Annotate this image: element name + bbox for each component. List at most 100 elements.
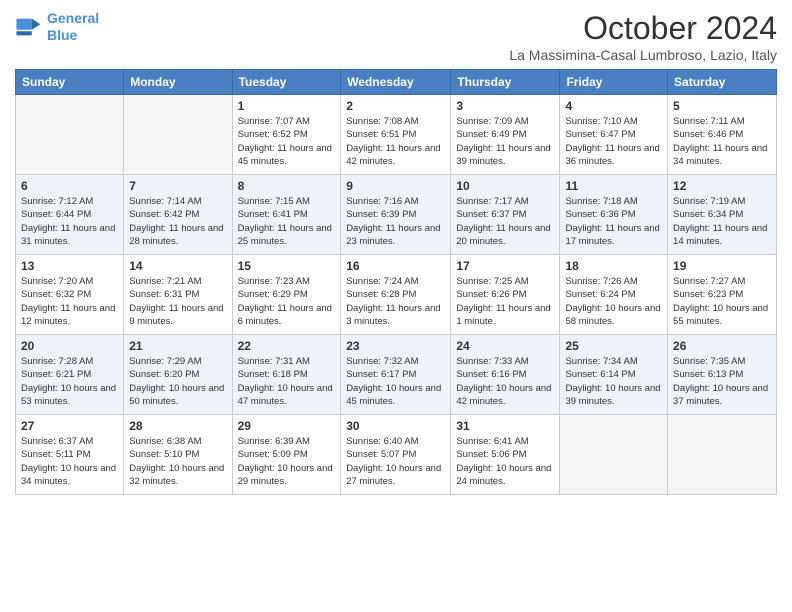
calendar-cell: 2 Sunrise: 7:08 AM Sunset: 6:51 PM Daylig… (341, 95, 451, 175)
day-number: 13 (21, 259, 118, 273)
day-info: Sunrise: 6:38 AM Sunset: 5:10 PM Dayligh… (129, 435, 226, 488)
day-number: 11 (565, 179, 662, 193)
day-number: 26 (673, 339, 771, 353)
day-info: Sunrise: 7:27 AM Sunset: 6:23 PM Dayligh… (673, 275, 771, 328)
day-number: 9 (346, 179, 445, 193)
day-number: 30 (346, 419, 445, 433)
page: General Blue October 2024 La Massimina-C… (0, 0, 792, 612)
day-info: Sunrise: 7:35 AM Sunset: 6:13 PM Dayligh… (673, 355, 771, 408)
title-block: October 2024 La Massimina-Casal Lumbroso… (509, 10, 777, 63)
day-info: Sunrise: 7:32 AM Sunset: 6:17 PM Dayligh… (346, 355, 445, 408)
day-number: 1 (238, 99, 336, 113)
day-info: Sunrise: 7:09 AM Sunset: 6:49 PM Dayligh… (456, 115, 554, 168)
calendar-cell: 14Sunrise: 7:21 AM Sunset: 6:31 PM Dayli… (124, 255, 232, 335)
day-info: Sunrise: 6:40 AM Sunset: 5:07 PM Dayligh… (346, 435, 445, 488)
logo-line1: General (47, 10, 99, 26)
day-info: Sunrise: 7:34 AM Sunset: 6:14 PM Dayligh… (565, 355, 662, 408)
logo-icon (15, 13, 43, 41)
day-info: Sunrise: 7:08 AM Sunset: 6:51 PM Dayligh… (346, 115, 445, 168)
day-info: Sunrise: 7:07 AM Sunset: 6:52 PM Dayligh… (238, 115, 336, 168)
day-number: 24 (456, 339, 554, 353)
day-info: Sunrise: 7:33 AM Sunset: 6:16 PM Dayligh… (456, 355, 554, 408)
day-number: 22 (238, 339, 336, 353)
calendar-cell: 1 Sunrise: 7:07 AM Sunset: 6:52 PM Daylig… (232, 95, 341, 175)
day-number: 28 (129, 419, 226, 433)
day-info: Sunrise: 7:18 AM Sunset: 6:36 PM Dayligh… (565, 195, 662, 248)
logo-line2: Blue (47, 27, 77, 43)
calendar-cell: 4 Sunrise: 7:10 AM Sunset: 6:47 PM Daylig… (560, 95, 668, 175)
calendar-cell: 26 Sunrise: 7:35 AM Sunset: 6:13 PM Dayli… (668, 335, 777, 415)
calendar-cell: 12 Sunrise: 7:19 AM Sunset: 6:34 PM Dayli… (668, 175, 777, 255)
calendar-cell: 16 Sunrise: 7:24 AM Sunset: 6:28 PM Dayli… (341, 255, 451, 335)
day-number: 2 (346, 99, 445, 113)
day-number: 10 (456, 179, 554, 193)
day-number: 7 (129, 179, 226, 193)
calendar-cell: 28 Sunrise: 6:38 AM Sunset: 5:10 PM Dayli… (124, 415, 232, 495)
day-info: Sunrise: 7:19 AM Sunset: 6:34 PM Dayligh… (673, 195, 771, 248)
day-info: Sunrise: 7:15 AM Sunset: 6:41 PM Dayligh… (238, 195, 336, 248)
day-info: Sunrise: 7:17 AM Sunset: 6:37 PM Dayligh… (456, 195, 554, 248)
day-info: Sunrise: 7:11 AM Sunset: 6:46 PM Dayligh… (673, 115, 771, 168)
calendar-cell: 17 Sunrise: 7:25 AM Sunset: 6:26 PM Dayli… (451, 255, 560, 335)
day-number: 15 (238, 259, 336, 273)
calendar-cell: 31Sunrise: 6:41 AM Sunset: 5:06 PM Dayli… (451, 415, 560, 495)
week-row-2: 6 Sunrise: 7:12 AM Sunset: 6:44 PM Daylig… (16, 175, 777, 255)
day-number: 6 (21, 179, 118, 193)
calendar-cell: 19 Sunrise: 7:27 AM Sunset: 6:23 PM Dayli… (668, 255, 777, 335)
calendar-cell (560, 415, 668, 495)
calendar-cell: 18 Sunrise: 7:26 AM Sunset: 6:24 PM Dayli… (560, 255, 668, 335)
week-row-1: 1 Sunrise: 7:07 AM Sunset: 6:52 PM Daylig… (16, 95, 777, 175)
week-row-4: 20 Sunrise: 7:28 AM Sunset: 6:21 PM Dayli… (16, 335, 777, 415)
calendar-cell: 11 Sunrise: 7:18 AM Sunset: 6:36 PM Dayli… (560, 175, 668, 255)
header-friday: Friday (560, 70, 668, 95)
header-monday: Monday (124, 70, 232, 95)
calendar-cell: 15Sunrise: 7:23 AM Sunset: 6:29 PM Dayli… (232, 255, 341, 335)
day-number: 17 (456, 259, 554, 273)
calendar-cell: 5 Sunrise: 7:11 AM Sunset: 6:46 PM Daylig… (668, 95, 777, 175)
day-info: Sunrise: 7:10 AM Sunset: 6:47 PM Dayligh… (565, 115, 662, 168)
day-number: 29 (238, 419, 336, 433)
day-info: Sunrise: 7:24 AM Sunset: 6:28 PM Dayligh… (346, 275, 445, 328)
day-number: 31 (456, 419, 554, 433)
day-number: 16 (346, 259, 445, 273)
calendar-cell: 6 Sunrise: 7:12 AM Sunset: 6:44 PM Daylig… (16, 175, 124, 255)
day-number: 8 (238, 179, 336, 193)
calendar-cell (16, 95, 124, 175)
month-title: October 2024 (509, 10, 777, 47)
calendar-cell (668, 415, 777, 495)
calendar-cell: 27 Sunrise: 6:37 AM Sunset: 5:11 PM Dayli… (16, 415, 124, 495)
header: General Blue October 2024 La Massimina-C… (15, 10, 777, 63)
day-number: 20 (21, 339, 118, 353)
calendar-cell: 20 Sunrise: 7:28 AM Sunset: 6:21 PM Dayli… (16, 335, 124, 415)
day-number: 12 (673, 179, 771, 193)
day-info: Sunrise: 7:29 AM Sunset: 6:20 PM Dayligh… (129, 355, 226, 408)
calendar-cell: 21 Sunrise: 7:29 AM Sunset: 6:20 PM Dayli… (124, 335, 232, 415)
day-info: Sunrise: 7:12 AM Sunset: 6:44 PM Dayligh… (21, 195, 118, 248)
day-number: 25 (565, 339, 662, 353)
day-number: 18 (565, 259, 662, 273)
day-info: Sunrise: 7:26 AM Sunset: 6:24 PM Dayligh… (565, 275, 662, 328)
day-number: 4 (565, 99, 662, 113)
day-info: Sunrise: 7:25 AM Sunset: 6:26 PM Dayligh… (456, 275, 554, 328)
week-row-5: 27 Sunrise: 6:37 AM Sunset: 5:11 PM Dayli… (16, 415, 777, 495)
day-number: 21 (129, 339, 226, 353)
logo: General Blue (15, 10, 99, 44)
calendar-cell: 3 Sunrise: 7:09 AM Sunset: 6:49 PM Daylig… (451, 95, 560, 175)
day-number: 19 (673, 259, 771, 273)
calendar-cell: 25 Sunrise: 7:34 AM Sunset: 6:14 PM Dayli… (560, 335, 668, 415)
calendar-cell: 24 Sunrise: 7:33 AM Sunset: 6:16 PM Dayli… (451, 335, 560, 415)
header-row: Sunday Monday Tuesday Wednesday Thursday… (16, 70, 777, 95)
day-info: Sunrise: 7:28 AM Sunset: 6:21 PM Dayligh… (21, 355, 118, 408)
calendar-table: Sunday Monday Tuesday Wednesday Thursday… (15, 69, 777, 495)
header-sunday: Sunday (16, 70, 124, 95)
subtitle: La Massimina-Casal Lumbroso, Lazio, Ital… (509, 47, 777, 63)
day-info: Sunrise: 6:37 AM Sunset: 5:11 PM Dayligh… (21, 435, 118, 488)
day-number: 3 (456, 99, 554, 113)
calendar-cell: 8 Sunrise: 7:15 AM Sunset: 6:41 PM Daylig… (232, 175, 341, 255)
day-number: 5 (673, 99, 771, 113)
calendar-cell: 29Sunrise: 6:39 AM Sunset: 5:09 PM Dayli… (232, 415, 341, 495)
day-number: 27 (21, 419, 118, 433)
header-tuesday: Tuesday (232, 70, 341, 95)
header-thursday: Thursday (451, 70, 560, 95)
day-info: Sunrise: 7:14 AM Sunset: 6:42 PM Dayligh… (129, 195, 226, 248)
